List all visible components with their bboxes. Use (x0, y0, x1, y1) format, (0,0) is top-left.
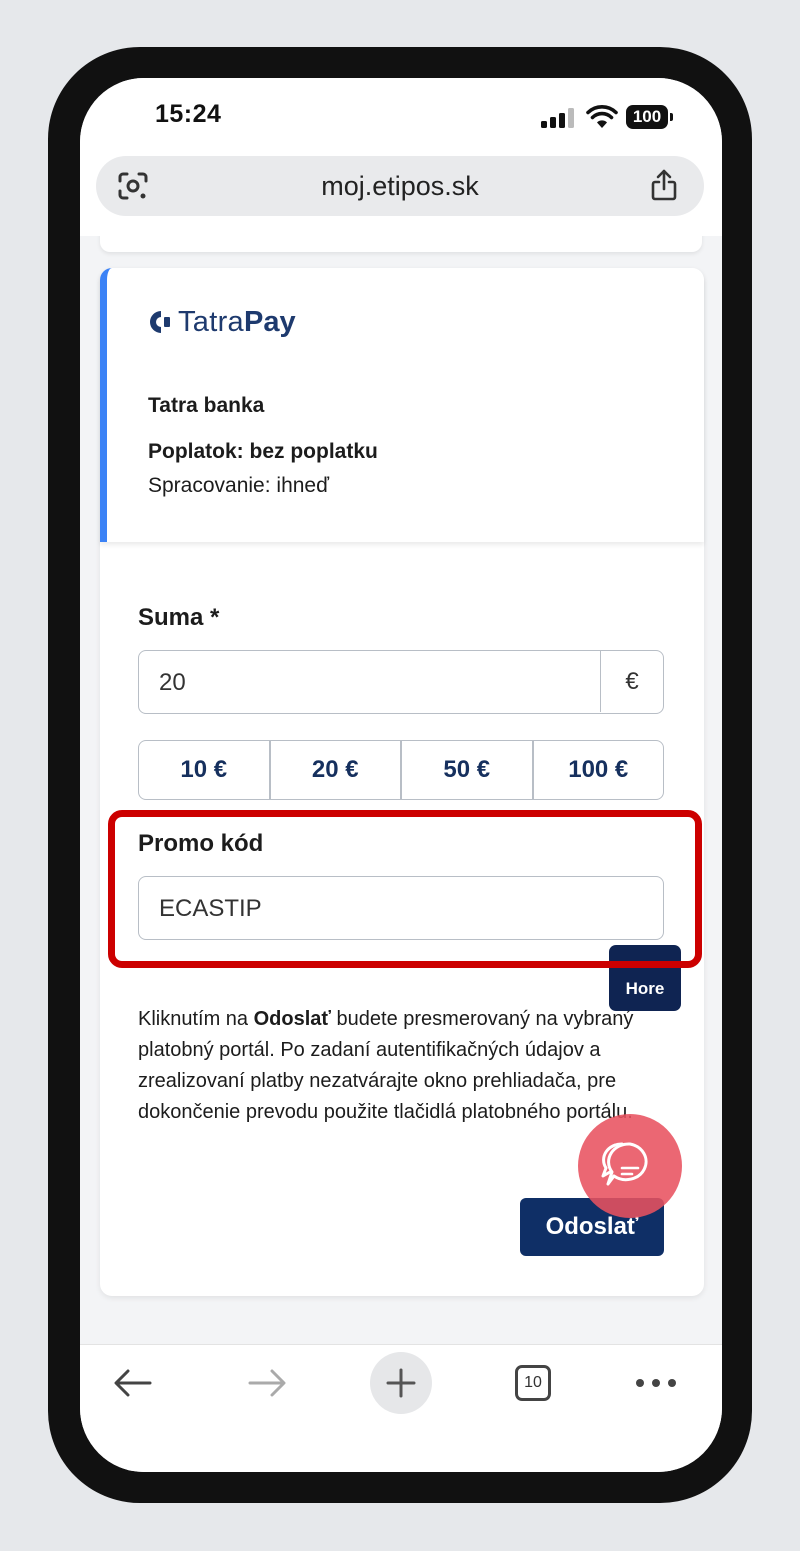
amount-value[interactable]: 20 (159, 669, 186, 697)
preset-20-button[interactable]: 20 € (271, 741, 402, 799)
more-dots-icon (636, 1379, 676, 1387)
notice-prefix: Kliknutím na (138, 1008, 254, 1030)
amount-input[interactable]: 20 € (138, 650, 664, 714)
preset-50-button[interactable]: 50 € (402, 741, 534, 799)
battery-tip (670, 113, 673, 121)
share-icon[interactable] (649, 168, 679, 202)
url-text[interactable]: moj.etipos.sk (96, 156, 704, 216)
more-menu-button[interactable] (633, 1345, 679, 1421)
fee-text: Poplatok: bez poplatku (148, 440, 378, 463)
processing-text: Spracovanie: ihneď (148, 474, 330, 497)
preset-10-button[interactable]: 10 € (139, 741, 271, 799)
preset-100-button[interactable]: 100 € (534, 741, 664, 799)
phone-screen: 15:24 100 moj.etipos.sk Tatra Pay Tatra … (80, 78, 722, 1472)
address-bar[interactable]: moj.etipos.sk (96, 156, 704, 216)
plus-icon (370, 1352, 432, 1414)
forward-button[interactable] (242, 1345, 292, 1421)
currency-suffix: € (600, 651, 663, 712)
status-bar: 15:24 100 (80, 78, 722, 156)
amount-presets: 10 € 20 € 50 € 100 € (138, 740, 664, 800)
wifi-icon (586, 105, 618, 128)
back-button[interactable] (108, 1345, 158, 1421)
chat-widget-button[interactable] (578, 1114, 682, 1218)
new-tab-button[interactable] (370, 1345, 432, 1421)
logo-text-tatra: Tatra (178, 305, 244, 338)
highlight-box (108, 810, 702, 968)
previous-card (100, 236, 702, 252)
amount-label: Suma * (138, 604, 220, 631)
status-time: 15:24 (155, 100, 222, 128)
logo-text-pay: Pay (243, 305, 296, 338)
browser-toolbar: 10 (80, 1344, 722, 1472)
redirect-notice: Kliknutím na Odoslať budete presmerovaný… (138, 1004, 668, 1128)
arrow-right-icon (248, 1369, 286, 1397)
browser-address-area: moj.etipos.sk (80, 156, 722, 237)
tatrapay-logo-mark-icon (150, 311, 170, 333)
cellular-signal-icon (541, 108, 577, 128)
arrow-left-icon (114, 1369, 152, 1397)
bank-name: Tatra banka (148, 394, 265, 417)
chat-icon (601, 1142, 648, 1186)
tabs-button[interactable]: 10 (512, 1345, 554, 1421)
battery-icon: 100 (626, 105, 668, 129)
tabs-count: 10 (515, 1365, 551, 1401)
payment-method-card[interactable]: Tatra Pay Tatra banka Poplatok: bez popl… (100, 268, 704, 542)
tatrapay-logo: Tatra Pay (148, 304, 296, 340)
notice-bold: Odoslať (253, 1008, 331, 1030)
